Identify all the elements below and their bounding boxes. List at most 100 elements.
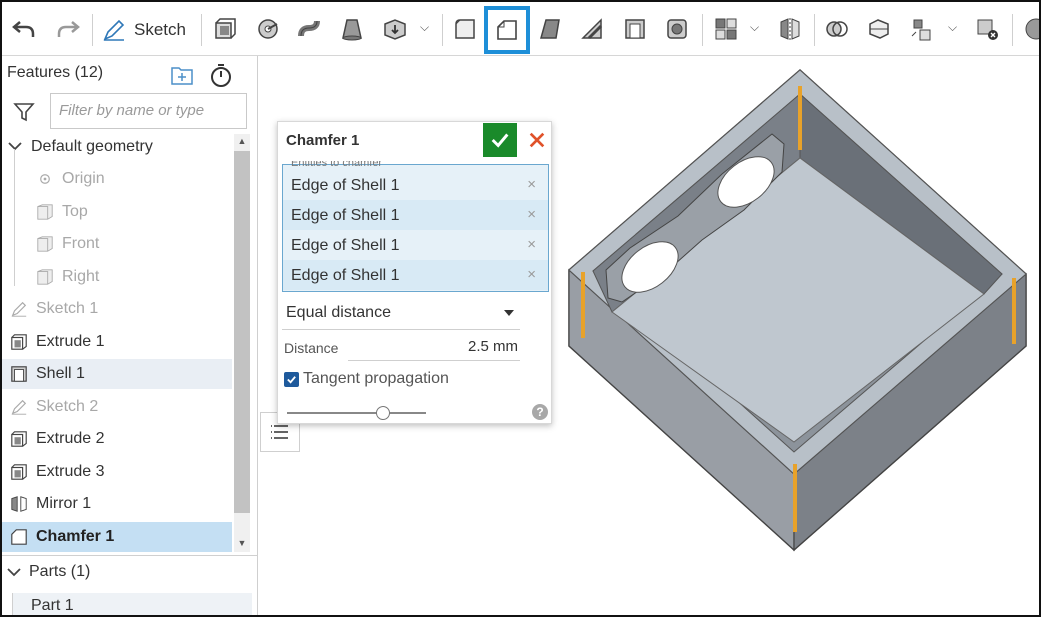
scroll-up-arrow[interactable]: ▲ bbox=[234, 136, 250, 150]
close-icon bbox=[529, 132, 545, 148]
mirror-icon bbox=[8, 494, 30, 514]
feature-item-label: Extrude 3 bbox=[36, 463, 105, 480]
fillet-icon[interactable] bbox=[449, 12, 481, 46]
checkmark-icon bbox=[491, 133, 509, 148]
feature-item-extrude-1[interactable]: Extrude 1 bbox=[2, 327, 232, 357]
thicken-icon[interactable] bbox=[379, 12, 411, 46]
cancel-button[interactable] bbox=[522, 123, 552, 157]
feature-item-top[interactable]: Top bbox=[2, 197, 232, 227]
hole-icon[interactable] bbox=[661, 12, 693, 46]
sketch-button[interactable]: Sketch bbox=[102, 14, 186, 46]
entities-label: Entities to chamfer bbox=[291, 161, 383, 167]
sweep-icon[interactable] bbox=[294, 12, 326, 46]
pattern-icon[interactable] bbox=[710, 12, 742, 46]
filter-icon[interactable] bbox=[12, 100, 36, 129]
remove-icon[interactable]: × bbox=[527, 266, 536, 283]
feature-item-sketch-2[interactable]: Sketch 2 bbox=[2, 392, 232, 422]
feature-item-origin[interactable]: Origin bbox=[2, 164, 232, 194]
entity-item[interactable]: Edge of Shell 1 × bbox=[283, 170, 548, 200]
feature-item-label: Extrude 1 bbox=[36, 333, 105, 350]
feature-item-label: Shell 1 bbox=[36, 365, 85, 382]
default-geometry-label: Default geometry bbox=[31, 138, 153, 155]
remove-icon[interactable]: × bbox=[527, 206, 536, 223]
feature-item-sketch-1[interactable]: Sketch 1 bbox=[2, 294, 232, 324]
feature-item-mirror-1[interactable]: Mirror 1 bbox=[2, 489, 232, 519]
remove-icon[interactable]: × bbox=[527, 236, 536, 253]
chamfer-icon[interactable] bbox=[484, 6, 530, 54]
feature-item-front[interactable]: Front bbox=[2, 229, 232, 259]
remove-icon[interactable]: × bbox=[527, 176, 536, 193]
mirror-icon[interactable] bbox=[774, 12, 806, 46]
parts-header: Parts (1) bbox=[29, 563, 91, 580]
sketch-icon bbox=[8, 397, 30, 417]
rollback-slider-handle[interactable] bbox=[376, 406, 390, 420]
chevron-down-icon bbox=[7, 568, 21, 577]
entity-item[interactable]: Edge of Shell 1 × bbox=[283, 200, 548, 230]
chamfer-type-select[interactable]: Equal distance bbox=[282, 298, 520, 330]
filter-input[interactable]: Filter by name or type bbox=[50, 93, 247, 129]
extrude-icon[interactable] bbox=[209, 12, 241, 46]
view-cube-icon[interactable] bbox=[1017, 12, 1039, 46]
feature-item-label: Sketch 2 bbox=[36, 398, 99, 415]
tangent-propagation-label: Tangent propagation bbox=[303, 370, 449, 387]
feature-item-extrude-2[interactable]: Extrude 2 bbox=[2, 424, 232, 454]
revolve-icon[interactable] bbox=[252, 12, 284, 46]
draft-icon[interactable] bbox=[534, 12, 566, 46]
delete-part-icon[interactable] bbox=[971, 12, 1003, 46]
split-icon[interactable] bbox=[863, 12, 895, 46]
rib-icon[interactable] bbox=[576, 12, 608, 46]
parts-toggle[interactable]: Parts (1) bbox=[7, 563, 90, 581]
extrude-icon bbox=[8, 429, 30, 449]
entities-selection-box[interactable]: Entities to chamfer Edge of Shell 1 × Ed… bbox=[282, 161, 549, 292]
part-item[interactable]: Part 1 bbox=[12, 593, 252, 615]
feature-item-label: Extrude 2 bbox=[36, 430, 105, 447]
box-model[interactable] bbox=[542, 56, 1039, 617]
model-viewport[interactable] bbox=[542, 56, 1039, 617]
feature-panel: Features (12) Filter by name or type Def… bbox=[2, 56, 258, 615]
distance-input[interactable]: 2.5 mm bbox=[348, 335, 520, 361]
help-icon[interactable]: ? bbox=[532, 404, 548, 420]
loft-icon[interactable] bbox=[336, 12, 368, 46]
entity-item[interactable]: Edge of Shell 1 × bbox=[283, 260, 548, 290]
shell-icon bbox=[8, 364, 30, 384]
rollback-timer-icon[interactable] bbox=[208, 62, 234, 93]
feature-item-label: Right bbox=[62, 268, 100, 285]
confirm-button[interactable] bbox=[483, 123, 517, 157]
transform-icon[interactable] bbox=[905, 12, 937, 46]
feature-item-chamfer-1[interactable]: Chamfer 1 bbox=[2, 522, 232, 552]
shell-icon[interactable] bbox=[619, 12, 651, 46]
feature-item-label: Front bbox=[62, 235, 100, 252]
entity-label: Edge of Shell 1 bbox=[291, 177, 400, 194]
undo-icon[interactable] bbox=[8, 12, 40, 46]
chamfer-dialog: Chamfer 1 Entities to chamfer Edge of Sh… bbox=[277, 121, 552, 424]
feature-item-shell-1[interactable]: Shell 1 bbox=[2, 359, 232, 389]
scroll-down-arrow[interactable]: ▼ bbox=[234, 538, 250, 552]
feature-item-extrude-3[interactable]: Extrude 3 bbox=[2, 457, 232, 487]
tangent-propagation-checkbox[interactable] bbox=[284, 372, 299, 387]
feature-item-label: Origin bbox=[62, 170, 105, 187]
feature-item-right[interactable]: Right bbox=[2, 262, 232, 292]
rollback-slider-track[interactable] bbox=[287, 412, 426, 414]
checkmark-icon bbox=[287, 376, 296, 384]
chevron-down-icon[interactable]: ⌵ bbox=[948, 20, 957, 35]
scrollbar-thumb[interactable] bbox=[234, 151, 250, 513]
chevron-down-icon bbox=[4, 138, 26, 156]
feature-item-label: Top bbox=[62, 203, 88, 220]
boolean-icon[interactable] bbox=[821, 12, 853, 46]
default-geometry-toggle[interactable]: Default geometry bbox=[2, 132, 232, 162]
plane-icon bbox=[34, 202, 56, 222]
sketch-icon bbox=[8, 299, 30, 319]
extrude-icon bbox=[8, 462, 30, 482]
origin-icon bbox=[34, 169, 56, 189]
entity-label: Edge of Shell 1 bbox=[291, 207, 400, 224]
redo-icon[interactable] bbox=[52, 12, 84, 46]
chevron-down-icon[interactable]: ⌵ bbox=[420, 20, 429, 35]
entity-label: Edge of Shell 1 bbox=[291, 237, 400, 254]
entity-item[interactable]: Edge of Shell 1 × bbox=[283, 230, 548, 260]
add-folder-icon[interactable] bbox=[170, 64, 194, 91]
extrude-icon bbox=[8, 332, 30, 352]
plane-icon bbox=[34, 267, 56, 287]
dropdown-caret-icon bbox=[504, 310, 514, 316]
chevron-down-icon[interactable]: ⌵ bbox=[750, 20, 759, 35]
feature-item-label: Sketch 1 bbox=[36, 300, 99, 317]
